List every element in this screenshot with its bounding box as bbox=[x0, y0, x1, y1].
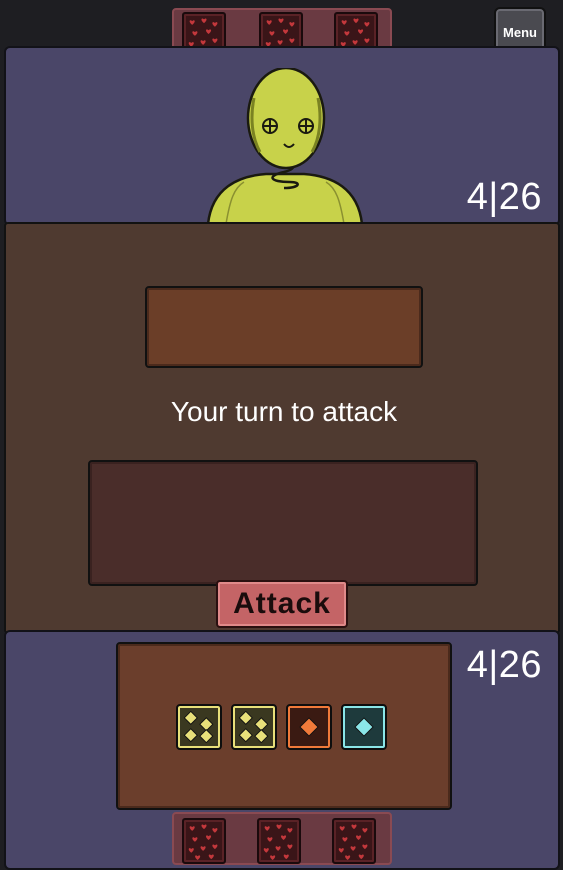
opponent-panel: 4|26 bbox=[4, 46, 560, 226]
player-dice-hand bbox=[116, 642, 452, 810]
heart-pattern-card-icon bbox=[338, 824, 368, 860]
yellow-die-icon bbox=[238, 710, 269, 744]
opponent-score: 4|26 bbox=[466, 176, 542, 218]
orange-die-icon bbox=[299, 717, 319, 737]
player-card-3[interactable] bbox=[332, 818, 376, 864]
opponent-character-avatar bbox=[206, 68, 364, 224]
attack-button[interactable]: Attack bbox=[216, 580, 348, 628]
battle-panel: Your turn to attack bbox=[4, 222, 560, 634]
dice-yellow-1[interactable] bbox=[176, 704, 222, 750]
dice-yellow-2[interactable] bbox=[231, 704, 277, 750]
opponent-play-slot[interactable] bbox=[145, 286, 423, 368]
player-card-2[interactable] bbox=[257, 818, 301, 864]
player-play-slot[interactable] bbox=[88, 460, 478, 586]
heart-pattern-card-icon bbox=[188, 824, 218, 860]
turn-status-text: Your turn to attack bbox=[170, 396, 398, 427]
player-card-tray bbox=[172, 812, 392, 865]
heart-pattern-card-icon bbox=[263, 824, 293, 860]
dice-cyan[interactable] bbox=[341, 704, 387, 750]
yellow-die-icon bbox=[183, 710, 214, 744]
player-score: 4|26 bbox=[466, 644, 542, 686]
dice-orange[interactable] bbox=[286, 704, 332, 750]
cyan-die-icon bbox=[354, 717, 374, 737]
player-card-1[interactable] bbox=[182, 818, 226, 864]
